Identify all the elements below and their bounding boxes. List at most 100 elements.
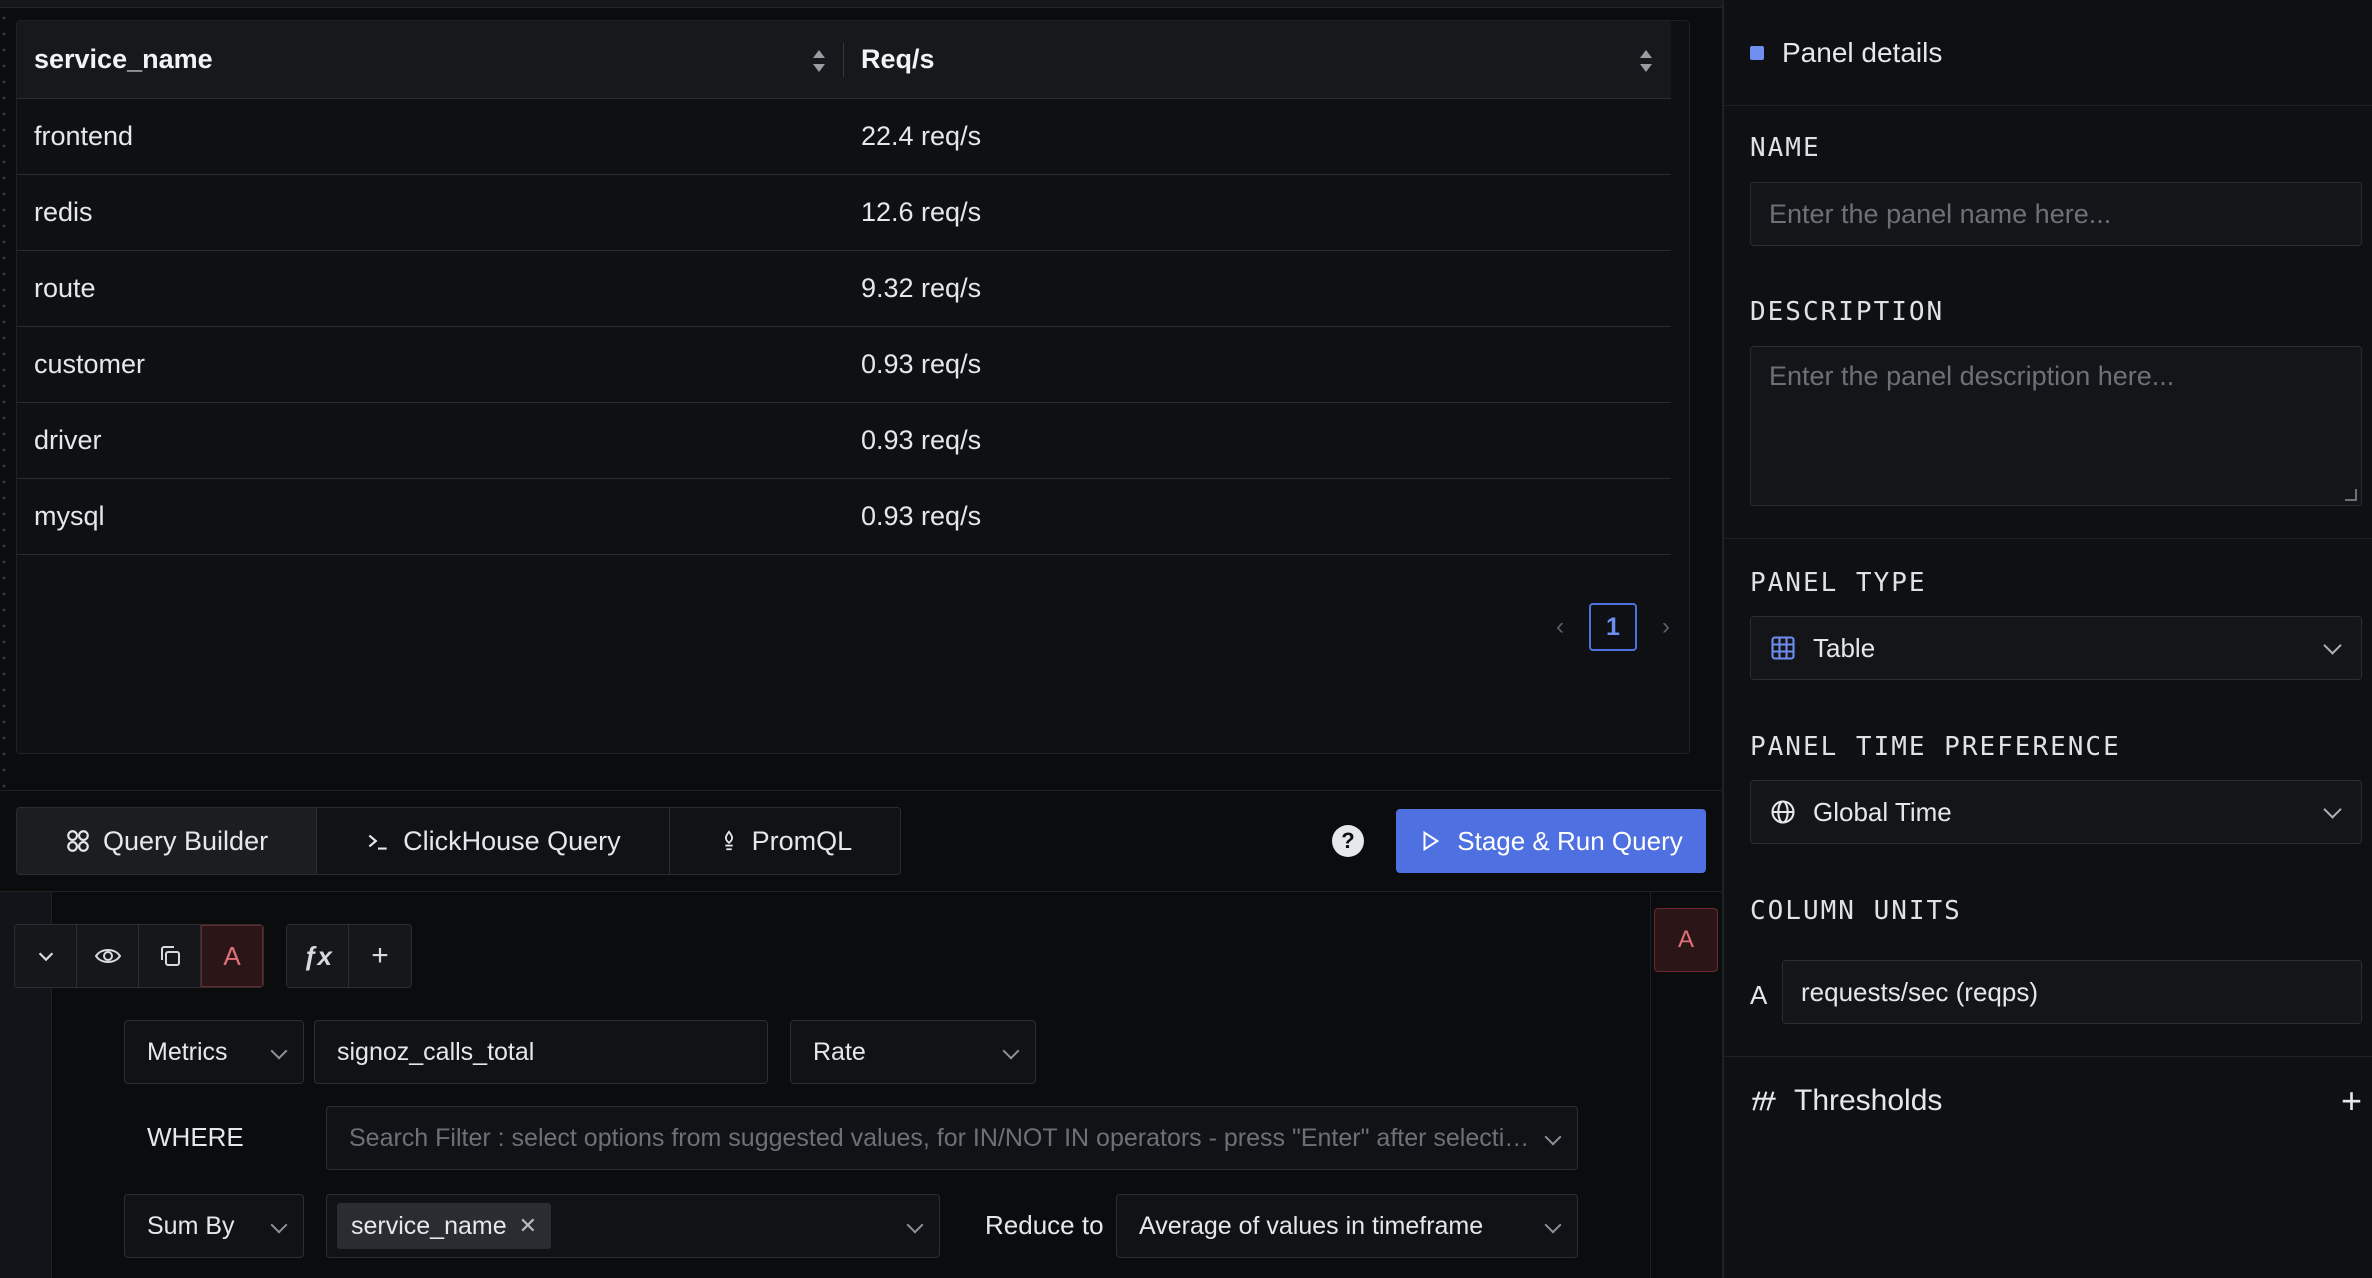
chevron-down-icon <box>270 1042 288 1060</box>
column-units-select[interactable]: requests/sec (reqps) <box>1782 960 2362 1024</box>
table-icon <box>1771 636 1795 660</box>
add-query-button[interactable]: + <box>349 925 411 987</box>
play-icon <box>1423 830 1440 852</box>
panel-details-header: Panel details <box>1724 0 2372 106</box>
panel-time-preference-label: PANEL TIME PREFERENCE <box>1750 732 2121 762</box>
section-divider <box>1724 1056 2372 1057</box>
table-panel: service_name Req/s frontend 22.4 req/s r… <box>16 20 1690 754</box>
add-formula-button[interactable]: ƒx <box>287 925 349 987</box>
add-threshold-button[interactable]: + <box>2341 1080 2362 1122</box>
column-header-label: service_name <box>34 44 213 74</box>
sort-icon[interactable] <box>812 50 826 72</box>
panel-type-select[interactable]: Table <box>1750 616 2362 680</box>
panel-description-textarea[interactable]: Enter the panel description here... <box>1750 346 2362 506</box>
tab-label: ClickHouse Query <box>403 825 621 856</box>
thresholds-label: Thresholds <box>1794 1084 1943 1117</box>
globe-icon <box>1771 800 1795 824</box>
where-filter-input[interactable]: Search Filter : select options from sugg… <box>326 1106 1578 1170</box>
description-label: DESCRIPTION <box>1750 297 1945 327</box>
prev-page-button[interactable]: ‹ <box>1553 613 1567 641</box>
cell-req-s: 0.93 req/s <box>861 349 982 379</box>
editor-divider <box>1650 892 1651 1278</box>
resize-handle-icon[interactable] <box>2345 489 2357 501</box>
query-name-badge[interactable]: A <box>201 925 263 987</box>
chevron-down-icon <box>270 1216 288 1234</box>
table-row: driver 0.93 req/s <box>17 403 1671 479</box>
tab-query-builder[interactable]: Query Builder <box>17 808 318 874</box>
tab-promql[interactable]: PromQL <box>669 808 901 874</box>
cell-service-name: customer <box>34 349 146 379</box>
cell-service-name: redis <box>34 197 93 227</box>
query-a-indicator[interactable]: A <box>1654 908 1718 972</box>
pagination: ‹ 1 › <box>1553 603 1673 651</box>
cell-service-name: driver <box>34 425 102 455</box>
function-icon: ƒx <box>303 940 332 971</box>
reduce-to-value: Average of values in timeframe <box>1139 1211 1484 1240</box>
sort-icon[interactable] <box>1639 50 1653 72</box>
cell-req-s: 22.4 req/s <box>861 121 982 151</box>
group-by-select[interactable]: service_name ✕ <box>326 1194 940 1258</box>
reduce-to-select[interactable]: Average of values in timeframe <box>1116 1194 1578 1258</box>
panel-description-placeholder: Enter the panel description here... <box>1769 361 2175 391</box>
reduce-to-label: Reduce to <box>985 1210 1104 1240</box>
tab-label: PromQL <box>751 825 853 856</box>
cell-req-s: 12.6 req/s <box>861 197 982 227</box>
toggle-visibility-button[interactable] <box>77 925 139 987</box>
chevron-down-icon <box>2323 636 2342 655</box>
aggregate-operator-value: Rate <box>813 1037 866 1066</box>
chevron-down-icon <box>1544 1216 1562 1234</box>
query-editor: A ƒx + A Metrics signoz_calls_total Rate… <box>0 892 1722 1278</box>
group-by-tag: service_name ✕ <box>337 1203 552 1249</box>
copy-icon <box>160 946 180 966</box>
collapse-query-button[interactable] <box>15 925 77 987</box>
table-row: redis 12.6 req/s <box>17 175 1671 251</box>
results-table: service_name Req/s frontend 22.4 req/s r… <box>17 21 1671 555</box>
top-border <box>0 0 1722 8</box>
table-row: frontend 22.4 req/s <box>17 99 1671 175</box>
tab-label: Query Builder <box>103 825 269 856</box>
panel-type-label: PANEL TYPE <box>1750 568 1927 598</box>
tab-clickhouse-query[interactable]: ClickHouse Query <box>317 808 670 874</box>
query-type-bar: Query Builder ClickHouse Query PromQL ? … <box>0 790 1722 892</box>
next-page-button[interactable]: › <box>1659 613 1673 641</box>
thresholds-icon <box>1752 1091 1776 1111</box>
panel-time-preference-select[interactable]: Global Time <box>1750 780 2362 844</box>
data-source-value: Metrics <box>147 1037 228 1066</box>
column-units-query-label: A <box>1750 980 1768 1010</box>
panel-details-title: Panel details <box>1782 36 1943 68</box>
group-by-operator-select[interactable]: Sum By <box>124 1194 304 1258</box>
query-type-tabs: Query Builder ClickHouse Query PromQL <box>16 807 902 875</box>
help-icon[interactable]: ? <box>1332 825 1364 857</box>
name-label: NAME <box>1750 133 1821 163</box>
metric-name-select[interactable]: signoz_calls_total <box>314 1020 768 1084</box>
column-header-service-name[interactable]: service_name <box>17 21 844 98</box>
panel-name-input[interactable]: Enter the panel name here... <box>1750 182 2362 246</box>
table-row: route 9.32 req/s <box>17 251 1671 327</box>
prometheus-icon <box>724 830 733 851</box>
chevron-down-icon <box>906 1216 924 1234</box>
group-by-tag-label: service_name <box>351 1211 507 1240</box>
panel-name-placeholder: Enter the panel name here... <box>1769 198 2112 229</box>
column-units-label: COLUMN UNITS <box>1750 896 1962 926</box>
grid-dots <box>0 10 8 890</box>
chevron-down-icon <box>38 952 53 962</box>
page-number-1[interactable]: 1 <box>1589 603 1637 651</box>
table-header: service_name Req/s <box>17 21 1671 99</box>
cell-req-s: 0.93 req/s <box>861 501 982 531</box>
cell-service-name: frontend <box>34 121 134 151</box>
where-filter-placeholder: Search Filter : select options from sugg… <box>349 1123 1539 1152</box>
close-icon[interactable]: ✕ <box>519 1213 537 1239</box>
cell-req-s: 9.32 req/s <box>861 273 982 303</box>
column-header-req-s[interactable]: Req/s <box>844 21 1671 98</box>
data-source-select[interactable]: Metrics <box>124 1020 304 1084</box>
panel-time-preference-value: Global Time <box>1813 796 1952 827</box>
aggregate-operator-select[interactable]: Rate <box>790 1020 1036 1084</box>
clone-query-button[interactable] <box>139 925 201 987</box>
where-label: WHERE <box>147 1122 244 1152</box>
table-row: customer 0.93 req/s <box>17 327 1671 403</box>
cell-service-name: route <box>34 273 96 303</box>
group-by-operator-value: Sum By <box>147 1211 235 1240</box>
stage-and-run-query-button[interactable]: Stage & Run Query <box>1396 809 1706 873</box>
column-units-value: requests/sec (reqps) <box>1801 976 2038 1007</box>
chevron-down-icon <box>1002 1042 1020 1060</box>
